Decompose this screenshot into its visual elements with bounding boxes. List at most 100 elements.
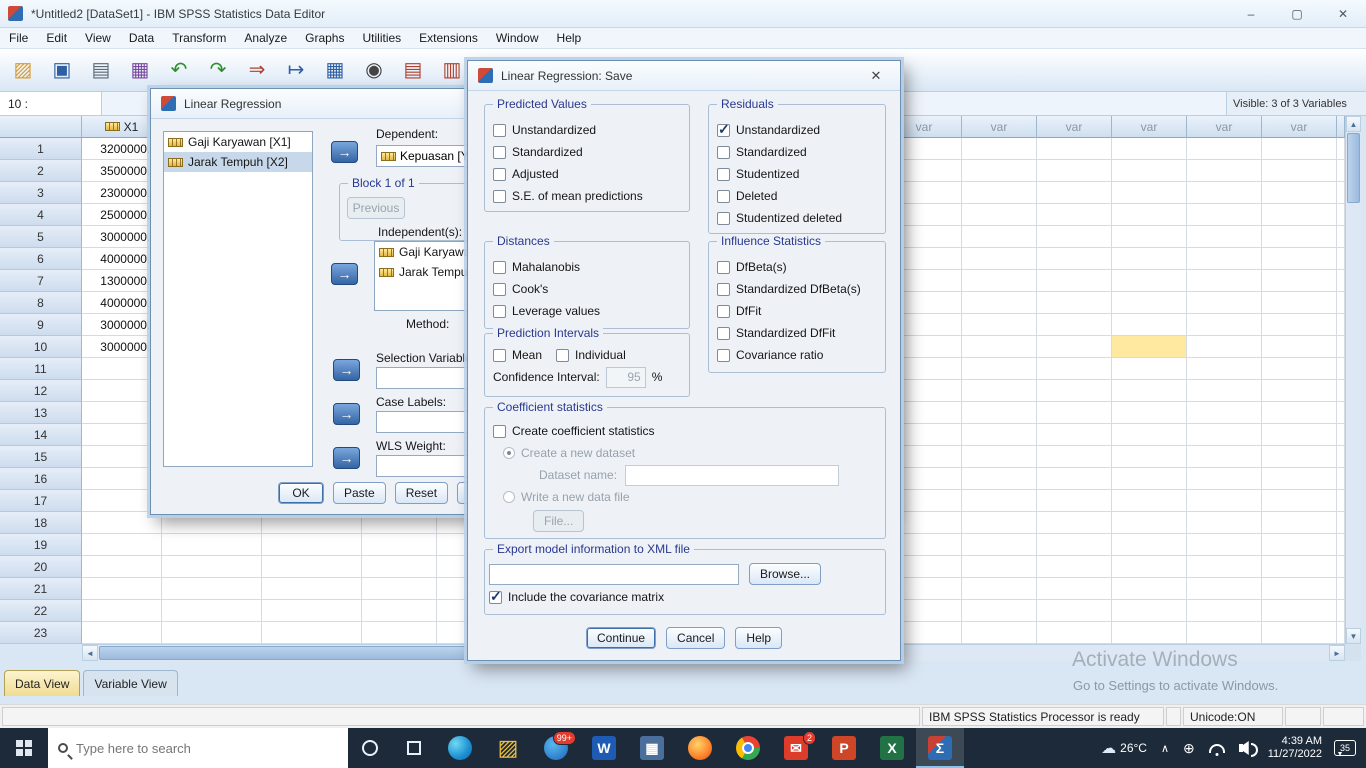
file-explorer-icon[interactable]: ▨	[484, 728, 532, 768]
cell-var[interactable]	[1112, 314, 1187, 336]
cell-var[interactable]	[362, 556, 437, 578]
cell-var[interactable]	[1187, 468, 1262, 490]
cell-y-row20[interactable]	[262, 556, 362, 578]
include-covariance-checkbox[interactable]: Include the covariance matrix	[489, 586, 879, 608]
cell-var[interactable]	[962, 578, 1037, 600]
individual-checkbox[interactable]	[556, 349, 569, 362]
save-icon[interactable]: ▣	[47, 55, 77, 85]
cell-var[interactable]	[962, 490, 1037, 512]
row-header[interactable]: 22	[0, 600, 82, 622]
column-header-var[interactable]: var	[1262, 116, 1337, 138]
notification-center-icon[interactable]: 35	[1334, 740, 1356, 756]
cell-var[interactable]	[1112, 600, 1187, 622]
browser-icon[interactable]: 99+	[532, 728, 580, 768]
column-header-var[interactable]: var	[1037, 116, 1112, 138]
cell-var[interactable]	[1112, 468, 1187, 490]
checkbox-dffit[interactable]: DfFit	[717, 300, 879, 322]
grid-corner[interactable]	[0, 116, 82, 138]
cell-var[interactable]	[1187, 314, 1262, 336]
cell-var[interactable]	[962, 314, 1037, 336]
clock[interactable]: 4:39 AM 11/27/2022	[1260, 735, 1330, 761]
cell-var[interactable]	[1037, 314, 1112, 336]
cell-var[interactable]	[1037, 512, 1112, 534]
dialog-titlebar[interactable]: Linear Regression: Save ✕	[468, 61, 900, 91]
row-header[interactable]: 10	[0, 336, 82, 358]
cell-x2-row20[interactable]	[162, 556, 262, 578]
cell-var[interactable]	[362, 622, 437, 644]
cell-var[interactable]	[1262, 204, 1337, 226]
cell-var[interactable]	[1187, 248, 1262, 270]
cell-var[interactable]	[1262, 314, 1337, 336]
cell-var[interactable]	[1112, 292, 1187, 314]
undo-icon[interactable]: ↶	[164, 55, 194, 85]
word-icon[interactable]: W	[580, 728, 628, 768]
cell-y-row23[interactable]	[262, 622, 362, 644]
xml-path-input[interactable]	[489, 564, 739, 585]
cell-var[interactable]	[962, 226, 1037, 248]
cell-var[interactable]	[1262, 468, 1337, 490]
cell-var[interactable]	[1262, 292, 1337, 314]
menu-window[interactable]: Window	[487, 28, 548, 48]
cell-var[interactable]	[1262, 446, 1337, 468]
cell-var[interactable]	[1112, 226, 1187, 248]
cell-var[interactable]	[1262, 402, 1337, 424]
cell-var[interactable]	[1262, 512, 1337, 534]
cell-var[interactable]	[1262, 138, 1337, 160]
row-header[interactable]: 11	[0, 358, 82, 380]
insert-variable-icon[interactable]: ▥	[437, 55, 467, 85]
cell-var[interactable]	[1037, 292, 1112, 314]
cell-var[interactable]	[962, 424, 1037, 446]
cell-var[interactable]	[1187, 622, 1262, 644]
cell-var[interactable]	[962, 600, 1037, 622]
print-icon[interactable]: ▤	[86, 55, 116, 85]
edge-icon[interactable]	[436, 728, 484, 768]
paste-button[interactable]: Paste	[333, 482, 386, 504]
goto-variable-icon[interactable]: ↦	[281, 55, 311, 85]
cell-var[interactable]	[1037, 534, 1112, 556]
cell-var[interactable]	[962, 204, 1037, 226]
variables-icon[interactable]: ▦	[320, 55, 350, 85]
cell-var[interactable]	[362, 512, 437, 534]
goto-case-icon[interactable]: ⇒	[242, 55, 272, 85]
cell-var[interactable]	[1037, 600, 1112, 622]
recall-dialogs-icon[interactable]: ▦	[125, 55, 155, 85]
scroll-right-icon[interactable]: ►	[1329, 645, 1345, 661]
independent-arrow-button[interactable]: →	[331, 263, 358, 285]
cortana-button[interactable]	[348, 728, 392, 768]
cell-var[interactable]	[962, 160, 1037, 182]
cell-y-row18[interactable]	[262, 512, 362, 534]
cell-var[interactable]	[962, 380, 1037, 402]
cell-var[interactable]	[1262, 336, 1337, 358]
cell-var[interactable]	[1262, 622, 1337, 644]
cell-var[interactable]	[1112, 270, 1187, 292]
variable-list-item[interactable]: Jarak Tempuh [X2]	[164, 152, 312, 172]
network-icon[interactable]: ⊕	[1176, 728, 1202, 768]
cell-var[interactable]	[1262, 578, 1337, 600]
cell-var[interactable]	[1187, 358, 1262, 380]
cell-var[interactable]	[962, 512, 1037, 534]
variable-list-item[interactable]: Gaji Karyawan [X1]	[164, 132, 312, 152]
cell-y-row22[interactable]	[262, 600, 362, 622]
row-header[interactable]: 23	[0, 622, 82, 644]
selection-arrow-button[interactable]: →	[333, 359, 360, 381]
cell-var[interactable]	[1187, 600, 1262, 622]
weather-widget[interactable]: ☁ 26°C	[1094, 728, 1154, 768]
row-header[interactable]: 21	[0, 578, 82, 600]
maximize-button[interactable]: ▢	[1274, 0, 1320, 27]
cell-var[interactable]	[1187, 204, 1262, 226]
minimize-button[interactable]: –	[1228, 0, 1274, 27]
vertical-scrollbar[interactable]: ▲ ▼	[1345, 116, 1361, 644]
cell-y-row21[interactable]	[262, 578, 362, 600]
cell-x2-row22[interactable]	[162, 600, 262, 622]
cell-var[interactable]	[1037, 380, 1112, 402]
start-button[interactable]	[0, 728, 48, 768]
cell-var[interactable]	[1187, 402, 1262, 424]
reset-button[interactable]: Reset	[395, 482, 448, 504]
menu-help[interactable]: Help	[548, 28, 591, 48]
menu-graphs[interactable]: Graphs	[296, 28, 353, 48]
cell-var[interactable]	[1037, 270, 1112, 292]
cell-var[interactable]	[1112, 512, 1187, 534]
cell-var[interactable]	[1112, 424, 1187, 446]
cell-x1-row19[interactable]	[82, 534, 162, 556]
menu-utilities[interactable]: Utilities	[353, 28, 410, 48]
